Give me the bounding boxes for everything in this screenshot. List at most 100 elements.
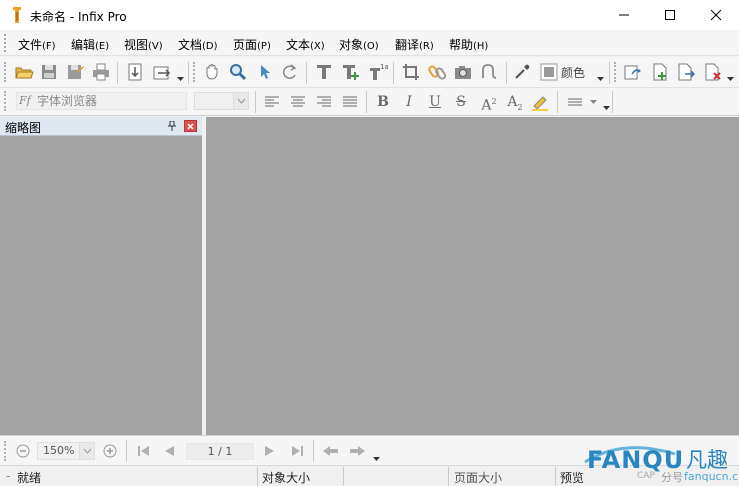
- insert-page-icon: [653, 63, 667, 81]
- import-button[interactable]: [125, 62, 145, 82]
- export-button[interactable]: [152, 62, 172, 82]
- save-button[interactable]: [39, 62, 59, 82]
- insert-page-button[interactable]: [650, 62, 670, 82]
- menu-file[interactable]: 文件(F): [18, 36, 56, 53]
- minimize-icon: [619, 14, 629, 16]
- document-canvas[interactable]: [206, 117, 739, 435]
- zoom-dropdown[interactable]: [79, 443, 94, 459]
- pin-icon[interactable]: [168, 121, 176, 131]
- color-swatch-icon: [540, 63, 558, 81]
- close-icon: [187, 123, 194, 130]
- rotate-icon: [282, 64, 297, 79]
- first-page-icon[interactable]: [137, 445, 151, 457]
- select-tool-button[interactable]: [255, 62, 275, 82]
- align-left-icon: [265, 96, 279, 107]
- superscript-t-icon: 1a: [370, 63, 388, 80]
- menu-object[interactable]: 对象(O): [339, 36, 379, 53]
- align-left-button[interactable]: [262, 92, 282, 112]
- forward-history-icon[interactable]: [348, 445, 366, 457]
- delete-page-icon: [705, 63, 721, 81]
- menu-help[interactable]: 帮助(H): [449, 36, 488, 53]
- hand-tool-button[interactable]: [202, 62, 222, 82]
- export-dropdown-icon[interactable]: [177, 77, 184, 81]
- minimize-button[interactable]: [601, 0, 647, 30]
- font-size-dropdown[interactable]: [233, 93, 248, 109]
- menu-grip[interactable]: [4, 34, 7, 52]
- menu-document[interactable]: 文档(D): [178, 36, 218, 53]
- crop-button[interactable]: [401, 62, 421, 82]
- subscript-button[interactable]: A2: [505, 92, 525, 112]
- extract-page-button[interactable]: [676, 62, 696, 82]
- maximize-icon: [665, 10, 675, 20]
- pointer-icon: [261, 65, 270, 79]
- nav-overflow-icon[interactable]: [373, 457, 380, 461]
- menu-translate[interactable]: 翻译(R): [395, 36, 434, 53]
- link-button[interactable]: [428, 62, 448, 82]
- infix-logo-icon: [13, 7, 21, 23]
- underline-button[interactable]: U: [426, 92, 444, 112]
- save-as-button[interactable]: [65, 62, 85, 82]
- menu-text[interactable]: 文本(X): [286, 36, 325, 53]
- eyedropper-button[interactable]: [512, 62, 532, 82]
- eyedropper-icon: [515, 64, 530, 79]
- chevron-down-icon: [83, 448, 92, 454]
- open-folder-icon: [15, 67, 34, 79]
- camera-icon: [455, 66, 471, 79]
- delete-page-button[interactable]: [703, 62, 723, 82]
- justify-button[interactable]: [340, 92, 360, 112]
- maximize-button[interactable]: [647, 0, 693, 30]
- color-dropdown-icon[interactable]: [597, 77, 604, 81]
- printer-icon: [93, 63, 109, 81]
- replace-page-icon: [624, 65, 641, 80]
- last-page-icon[interactable]: [290, 445, 304, 457]
- panel-close-button[interactable]: [184, 120, 197, 132]
- rotate-tool-button[interactable]: [280, 62, 300, 82]
- text-format-button[interactable]: 1a: [368, 62, 388, 82]
- snapshot-button[interactable]: [453, 62, 473, 82]
- close-button[interactable]: [693, 0, 739, 30]
- color-label[interactable]: 颜色: [561, 64, 585, 81]
- text-tool-button[interactable]: [314, 62, 334, 82]
- zoom-level-select[interactable]: 150%: [37, 442, 95, 460]
- menu-view[interactable]: 视图(V): [124, 36, 163, 53]
- add-text-button[interactable]: [341, 62, 361, 82]
- watermark-sub: 分号: [661, 471, 683, 484]
- align-center-button[interactable]: [288, 92, 308, 112]
- print-button[interactable]: [91, 62, 111, 82]
- path-tool-button[interactable]: [480, 62, 500, 82]
- italic-button[interactable]: I: [400, 92, 418, 112]
- align-right-button[interactable]: [314, 92, 334, 112]
- watermark-site: fanqucn.cn: [684, 470, 739, 483]
- replace-page-button[interactable]: [623, 62, 643, 82]
- toolbar-grip[interactable]: [4, 62, 7, 82]
- next-page-icon[interactable]: [264, 445, 276, 457]
- font-icon: Ff: [19, 94, 31, 107]
- previous-page-icon[interactable]: [163, 445, 175, 457]
- format-overflow-icon[interactable]: [603, 106, 610, 110]
- open-button[interactable]: [14, 62, 34, 82]
- zoom-tool-button[interactable]: [228, 62, 248, 82]
- align-center-icon: [291, 96, 305, 107]
- font-size-select[interactable]: [194, 92, 249, 110]
- highlight-button[interactable]: [530, 92, 550, 112]
- bold-button[interactable]: B: [374, 92, 392, 112]
- line-spacing-button[interactable]: [566, 92, 586, 112]
- superscript-button[interactable]: A2: [479, 92, 499, 114]
- line-spacing-dropdown-icon[interactable]: [590, 100, 597, 104]
- page-dropdown-icon[interactable]: [727, 77, 734, 81]
- close-icon: [710, 9, 722, 21]
- text-t-icon: [317, 65, 331, 79]
- page-number-field[interactable]: 1 / 1: [186, 443, 254, 460]
- back-history-icon[interactable]: [322, 445, 340, 457]
- zoom-out-icon[interactable]: [16, 444, 30, 458]
- menu-edit[interactable]: 编辑(E): [71, 36, 109, 53]
- menu-page[interactable]: 页面(P): [233, 36, 271, 53]
- title-bar: 未命名 - Infix Pro: [0, 0, 739, 30]
- color-swatch-button[interactable]: [539, 62, 559, 82]
- status-object-size: 对象大小: [262, 471, 311, 485]
- import-page-icon: [128, 63, 142, 81]
- zoom-in-icon[interactable]: [103, 444, 117, 458]
- strikethrough-button[interactable]: S: [452, 92, 470, 112]
- font-browser-field[interactable]: Ff 字体浏览器: [16, 92, 187, 110]
- font-browser-placeholder: 字体浏览器: [37, 94, 98, 108]
